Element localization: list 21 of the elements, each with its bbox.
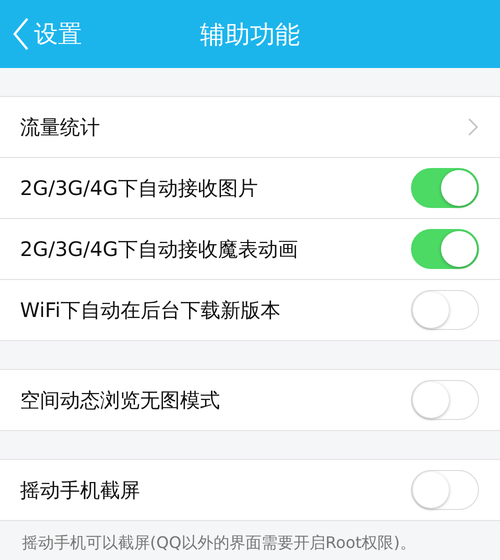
back-icon bbox=[12, 16, 30, 52]
toggle-switch[interactable] bbox=[411, 290, 479, 330]
settings-row[interactable]: 流量统计 bbox=[0, 97, 500, 158]
settings-row[interactable]: 2G/3G/4G下自动接收图片 bbox=[0, 158, 500, 219]
row-label: 流量统计 bbox=[20, 114, 100, 140]
toggle-switch[interactable] bbox=[411, 168, 479, 208]
toggle-switch[interactable] bbox=[411, 380, 479, 420]
row-label: 2G/3G/4G下自动接收魔表动画 bbox=[20, 236, 298, 262]
chevron-right-icon bbox=[468, 118, 478, 136]
toggle-switch[interactable] bbox=[411, 229, 479, 269]
toggle-switch[interactable] bbox=[411, 470, 479, 510]
row-label: WiFi下自动在后台下载新版本 bbox=[20, 296, 280, 324]
row-label: 空间动态浏览无图模式 bbox=[20, 386, 220, 414]
row-label: 摇动手机截屏 bbox=[20, 476, 140, 504]
settings-row[interactable]: WiFi下自动在后台下载新版本 bbox=[0, 280, 500, 341]
settings-row[interactable]: 摇动手机截屏 bbox=[0, 460, 500, 521]
page-title: 辅助功能 bbox=[200, 18, 300, 50]
footnote-text: 摇动手机可以截屏(QQ以外的界面需要开启Root权限)。 bbox=[21, 532, 417, 554]
settings-row[interactable]: 2G/3G/4G下自动接收魔表动画 bbox=[0, 219, 500, 280]
row-label: 2G/3G/4G下自动接收图片 bbox=[20, 174, 258, 202]
settings-row[interactable]: 空间动态浏览无图模式 bbox=[0, 370, 500, 431]
